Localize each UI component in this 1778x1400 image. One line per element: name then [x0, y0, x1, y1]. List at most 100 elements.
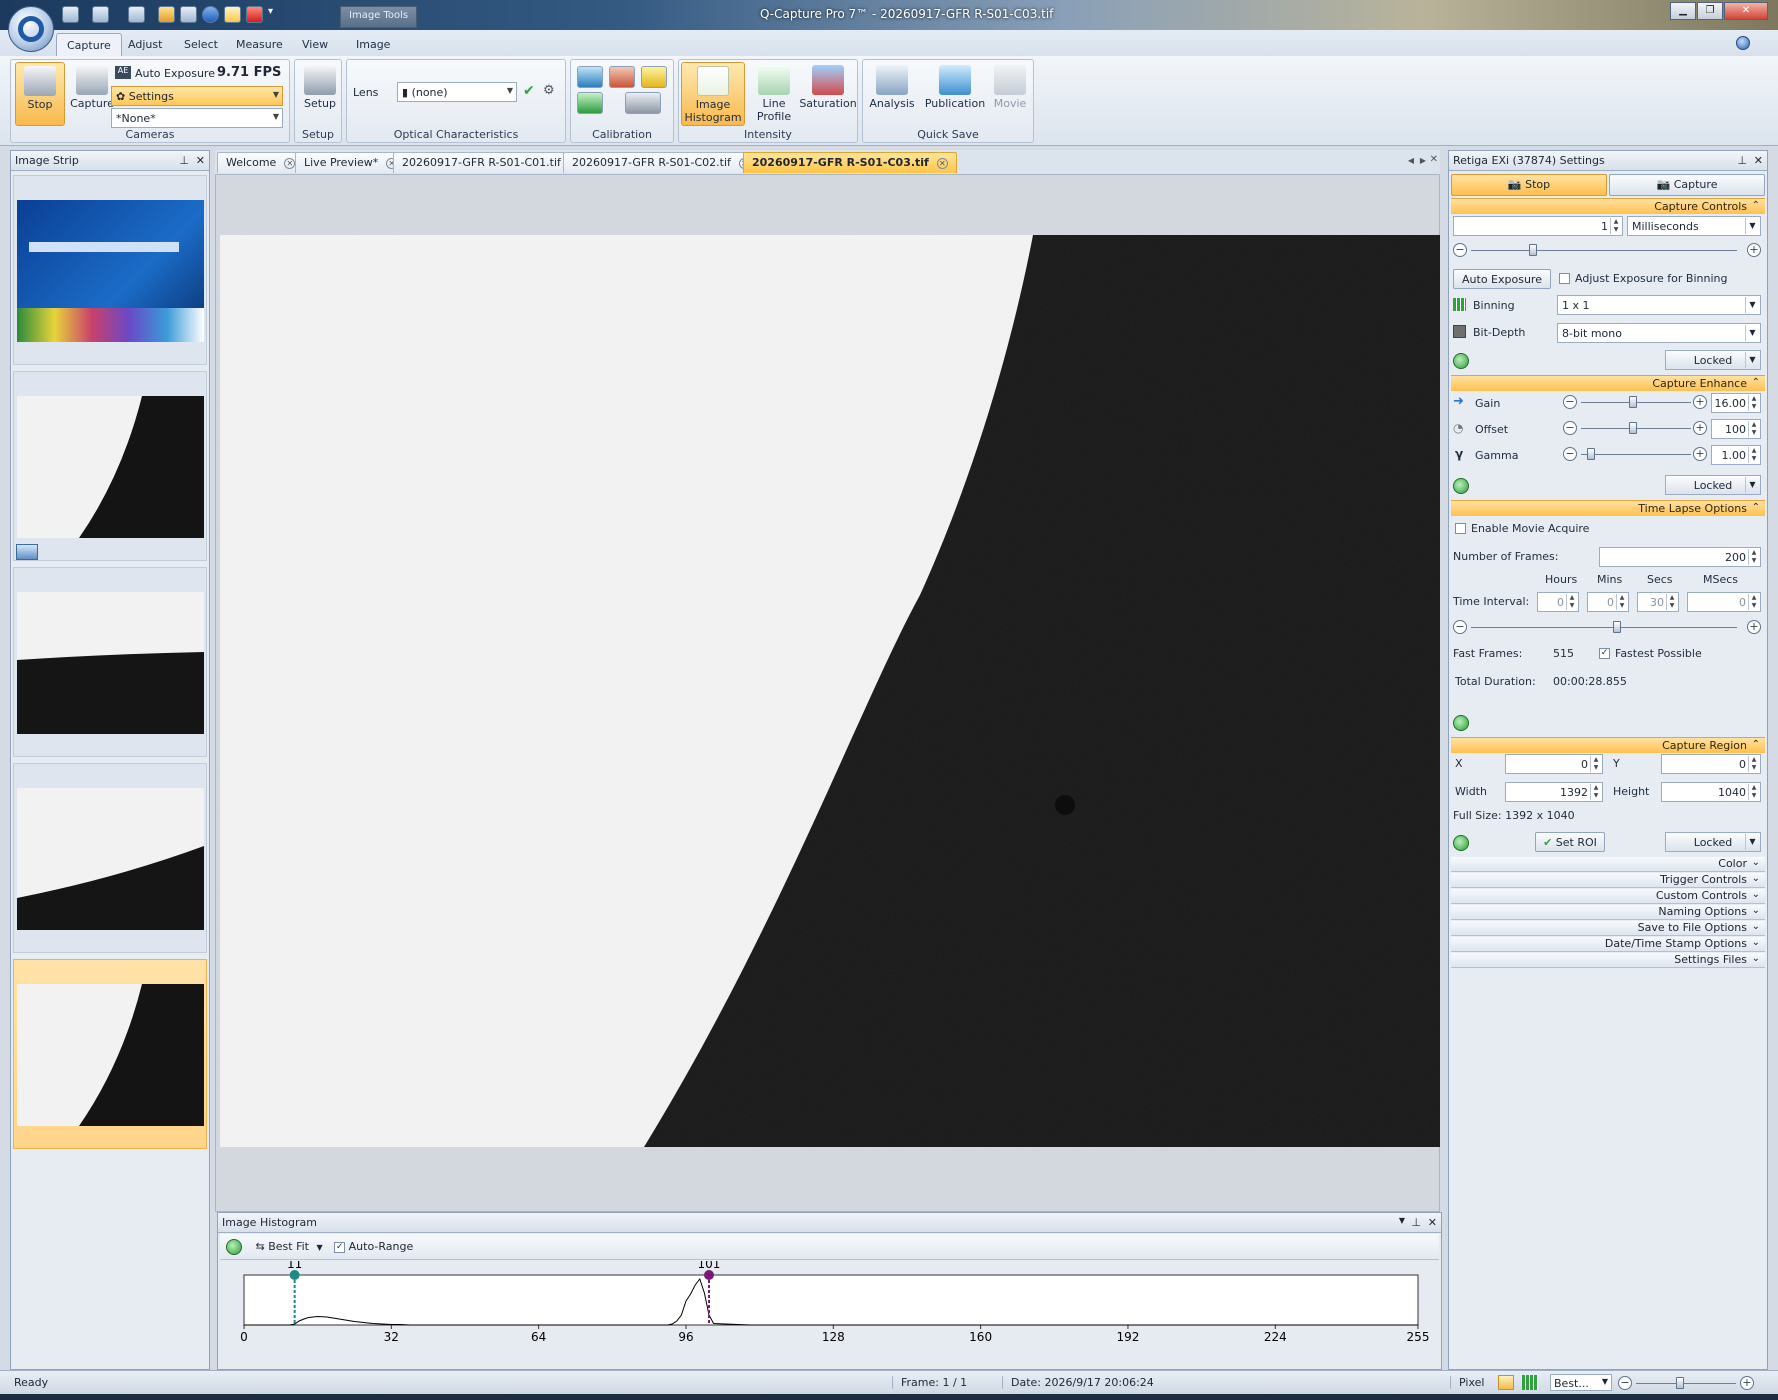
tab-scroll-left-icon[interactable]: ◀	[1408, 156, 1414, 165]
gain-input[interactable]: 16.00 ▲ ▼	[1711, 393, 1761, 413]
capture-region-reset-icon[interactable]	[1453, 835, 1469, 851]
view-grid-icon[interactable]	[1522, 1375, 1538, 1390]
high-marker-handle[interactable]	[703, 1270, 714, 1280]
gamma-input[interactable]: 1.00 ▲ ▼	[1711, 445, 1761, 465]
help-icon[interactable]	[1736, 36, 1750, 50]
spinner-icon[interactable]: ▲ ▼	[1748, 784, 1759, 800]
zoom-in-button[interactable]: +	[1740, 1376, 1754, 1390]
lens-dropdown[interactable]: ▮ (none) ▼	[397, 82, 517, 102]
doc-tab-c02[interactable]: 20260917-GFR R-S01-C02.tif✕	[563, 152, 759, 173]
apply-check-icon[interactable]: ✔	[523, 83, 535, 99]
bit-depth-dropdown[interactable]: 8-bit mono ▼	[1557, 323, 1761, 343]
view-image-icon[interactable]	[1498, 1375, 1514, 1390]
analysis-button[interactable]: Analysis	[867, 62, 917, 126]
lens-settings-icon[interactable]: ⚙	[543, 83, 555, 98]
tab-close-all-icon[interactable]: ✕	[1430, 154, 1438, 165]
gain-increase-button[interactable]: +	[1693, 395, 1707, 409]
auto-exposure-button[interactable]: Auto Exposure	[1453, 269, 1551, 289]
capture-region-header[interactable]: Capture Region ⌃	[1451, 737, 1765, 753]
gamma-slider-track[interactable]	[1581, 454, 1691, 455]
auto-exposure-button[interactable]: Auto Exposure	[135, 67, 215, 80]
interval-slider-handle[interactable]	[1613, 621, 1621, 633]
qat-info-icon[interactable]	[202, 6, 219, 23]
interval-slider-track[interactable]	[1471, 627, 1737, 628]
offset-decrease-button[interactable]: −	[1563, 421, 1577, 435]
secs-input[interactable]: 30 ▲ ▼	[1637, 592, 1679, 612]
auto-range-checkbox[interactable]: ✓	[334, 1241, 346, 1253]
close-panel-icon[interactable]: ✕	[196, 154, 205, 167]
line-profile-button[interactable]: Line Profile	[749, 62, 799, 126]
gamma-decrease-button[interactable]: −	[1563, 447, 1577, 461]
binning-dropdown[interactable]: 1 x 1 ▼	[1557, 295, 1761, 315]
qat-tool-icon[interactable]	[180, 6, 197, 23]
naming-options-header[interactable]: Naming Options ⌄	[1451, 905, 1765, 920]
doc-tab-live-preview[interactable]: Live Preview* ✕	[295, 152, 407, 173]
calibration-ruler-icon[interactable]	[641, 66, 667, 88]
capture-enhance-header[interactable]: Capture Enhance ⌃	[1451, 375, 1765, 391]
gamma-increase-button[interactable]: +	[1693, 447, 1707, 461]
zoom-out-button[interactable]: −	[1618, 1376, 1632, 1390]
interval-decrease-button[interactable]: −	[1453, 620, 1467, 634]
spinner-icon[interactable]: ▲ ▼	[1748, 395, 1759, 411]
offset-input[interactable]: 100 ▲ ▼	[1711, 419, 1761, 439]
doc-tab-c03[interactable]: 20260917-GFR R-S01-C03.tif ✕	[743, 152, 957, 173]
offset-slider-handle[interactable]	[1629, 422, 1637, 434]
num-frames-input[interactable]: 200 ▲ ▼	[1599, 547, 1761, 567]
hours-input[interactable]: 0 ▲ ▼	[1537, 592, 1579, 612]
spinner-icon[interactable]: ▲ ▼	[1566, 594, 1577, 610]
width-input[interactable]: 1392 ▲ ▼	[1505, 782, 1603, 802]
capture-enhance-lock-dropdown[interactable]: Locked ▼	[1665, 475, 1761, 495]
exposure-decrease-button[interactable]: −	[1453, 243, 1467, 257]
adjust-binning-checkbox[interactable]	[1559, 273, 1570, 284]
image-canvas[interactable]	[220, 235, 1440, 1147]
exposure-slider-track[interactable]	[1471, 250, 1737, 251]
gain-decrease-button[interactable]: −	[1563, 395, 1577, 409]
qat-tag-icon[interactable]	[158, 6, 175, 23]
tab-capture[interactable]: Capture	[56, 33, 122, 56]
doc-tab-welcome[interactable]: Welcome ✕	[217, 152, 305, 173]
image-histogram-button[interactable]: Image Histogram	[681, 62, 745, 126]
exposure-unit-dropdown[interactable]: Milliseconds ▼	[1627, 216, 1761, 236]
exposure-slider-handle[interactable]	[1529, 244, 1537, 256]
minimize-button[interactable]: ▁	[1670, 2, 1696, 20]
maximize-button[interactable]: ❐	[1697, 2, 1723, 20]
mins-input[interactable]: 0 ▲ ▼	[1587, 592, 1629, 612]
preset-dropdown[interactable]: *None* ▼	[111, 108, 283, 128]
spinner-icon[interactable]: ▲ ▼	[1610, 218, 1621, 234]
pin-icon[interactable]: ⊥	[1411, 1216, 1421, 1229]
color-section-header[interactable]: Color ⌄	[1451, 857, 1765, 872]
thumbnail-c01[interactable]	[13, 567, 207, 757]
panel-stop-button[interactable]: 📷 Stop	[1451, 174, 1607, 196]
close-button[interactable]: ✕	[1724, 2, 1768, 20]
calibration-camera-icon[interactable]	[625, 92, 661, 114]
tab-measure[interactable]: Measure	[226, 33, 293, 56]
refresh-icon[interactable]	[226, 1239, 242, 1255]
settings-files-header[interactable]: Settings Files ⌄	[1451, 953, 1765, 968]
y-input[interactable]: 0 ▲ ▼	[1661, 754, 1761, 774]
spinner-icon[interactable]: ▲ ▼	[1590, 784, 1601, 800]
tab-image[interactable]: Image	[346, 33, 400, 56]
thumbnail-c03[interactable]	[13, 959, 207, 1149]
best-fit-button[interactable]: Best Fit	[268, 1240, 309, 1253]
capture-region-lock-dropdown[interactable]: Locked ▼	[1665, 832, 1761, 852]
pin-icon[interactable]: ⊥	[179, 154, 189, 167]
zoom-slider-handle[interactable]	[1676, 1377, 1684, 1389]
zoom-dropdown[interactable]: Best... ▼	[1550, 1374, 1612, 1391]
tab-adjust[interactable]: Adjust	[118, 33, 172, 56]
close-panel-icon[interactable]: ✕	[1428, 1216, 1437, 1229]
thumbnail-live-preview[interactable]	[13, 371, 207, 561]
capture-controls-reset-icon[interactable]	[1453, 353, 1469, 369]
calibration-image-icon[interactable]	[577, 66, 603, 88]
spinner-icon[interactable]: ▲ ▼	[1748, 594, 1759, 610]
panel-menu-icon[interactable]: ▼	[1399, 1216, 1405, 1225]
setup-button[interactable]: Setup	[295, 62, 345, 126]
custom-controls-header[interactable]: Custom Controls ⌄	[1451, 889, 1765, 904]
spinner-icon[interactable]: ▲ ▼	[1748, 756, 1759, 772]
capture-button[interactable]: Capture	[67, 62, 117, 126]
offset-increase-button[interactable]: +	[1693, 421, 1707, 435]
zoom-slider-track[interactable]	[1636, 1383, 1736, 1384]
qat-customize-icon[interactable]: ▾	[268, 6, 288, 23]
capture-enhance-reset-icon[interactable]	[1453, 478, 1469, 494]
saturation-button[interactable]: Saturation	[799, 62, 857, 126]
best-fit-dropdown-icon[interactable]: ▼	[316, 1243, 322, 1252]
